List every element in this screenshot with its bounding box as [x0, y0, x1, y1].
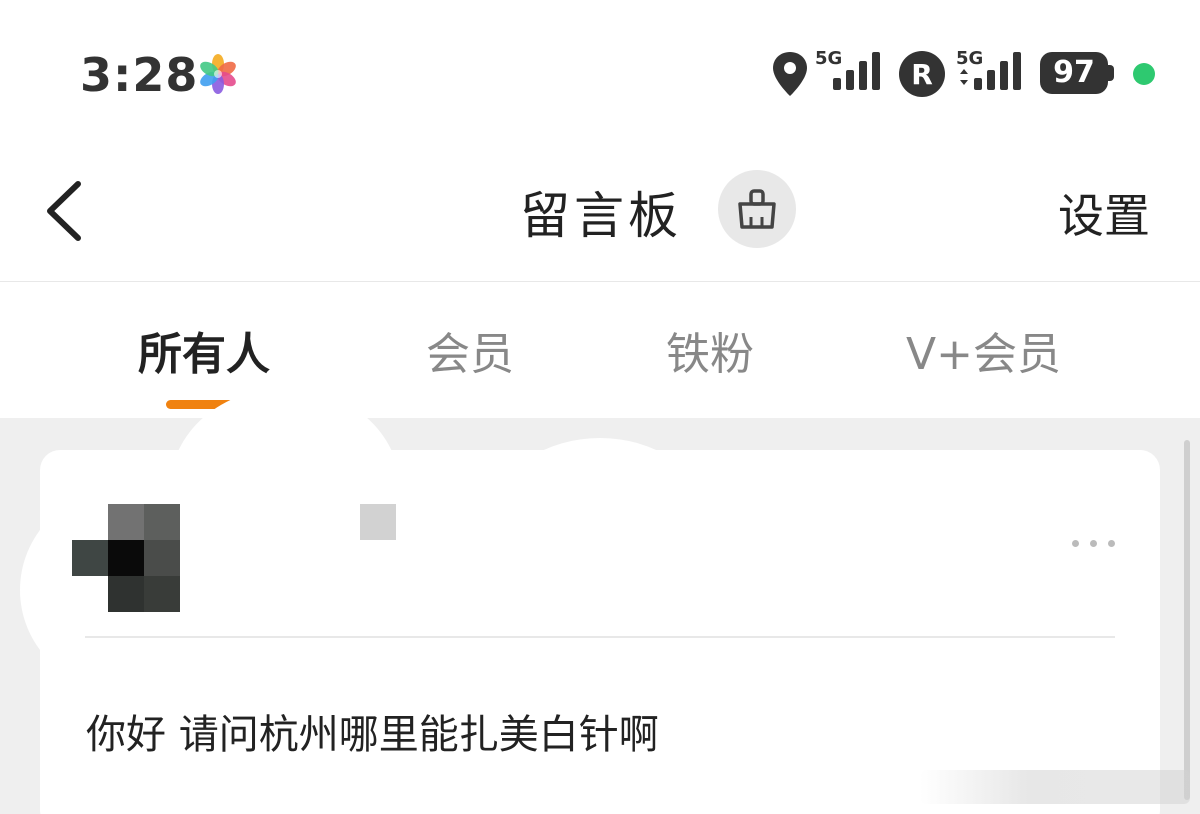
battery-icon: 97 — [1040, 52, 1114, 94]
message-card: 你好 请问杭州哪里能扎美白针啊 — [20, 450, 1160, 814]
audience-tabs: 所有人 会员 铁粉 V+会员 — [0, 282, 1200, 418]
more-options-icon[interactable] — [1072, 538, 1116, 548]
card-divider — [85, 636, 1115, 638]
redaction-blob — [360, 470, 500, 680]
broom-icon — [738, 189, 776, 229]
status-time: 3:28 — [80, 48, 199, 102]
location-icon — [773, 52, 807, 96]
signal-5g-icon: 5G — [815, 48, 880, 90]
tab-everyone[interactable]: 所有人 — [138, 318, 270, 382]
tab-members[interactable]: 会员 — [426, 318, 514, 382]
tab-vplus-members[interactable]: V+会员 — [906, 318, 1061, 382]
scrollbar[interactable] — [1184, 440, 1190, 800]
roaming-badge-text: R — [911, 58, 933, 91]
avatar[interactable] — [72, 504, 180, 612]
watermark — [920, 770, 1190, 804]
roaming-icon: R — [899, 51, 945, 97]
network-label-1: 5G — [815, 48, 842, 69]
settings-button[interactable]: 设置 — [1058, 180, 1150, 246]
app-header: 留言板 设置 — [0, 140, 1200, 282]
chevron-left-icon[interactable] — [40, 178, 90, 244]
network-label-2: 5G — [956, 48, 983, 69]
message-text: 你好 请问杭州哪里能扎美白针啊 — [86, 712, 659, 758]
username-redacted — [360, 504, 396, 540]
page-title: 留言板 — [520, 187, 682, 245]
tab-loyal-fans[interactable]: 铁粉 — [666, 318, 754, 382]
message-board-screen: 3:28 5G R 5G 97 留言板 设置 所有人 会员 铁粉 V+会员 你好… — [0, 0, 1200, 814]
photos-app-icon — [200, 54, 236, 94]
status-bar: 3:28 5G R 5G 97 — [0, 0, 1200, 140]
battery-level: 97 — [1053, 55, 1095, 90]
message-list: 你好 请问杭州哪里能扎美白针啊 — [0, 388, 1200, 814]
privacy-indicator-dot — [1133, 63, 1155, 85]
clean-button[interactable] — [718, 170, 796, 248]
signal-5g-secondary-icon: 5G — [956, 48, 1021, 90]
